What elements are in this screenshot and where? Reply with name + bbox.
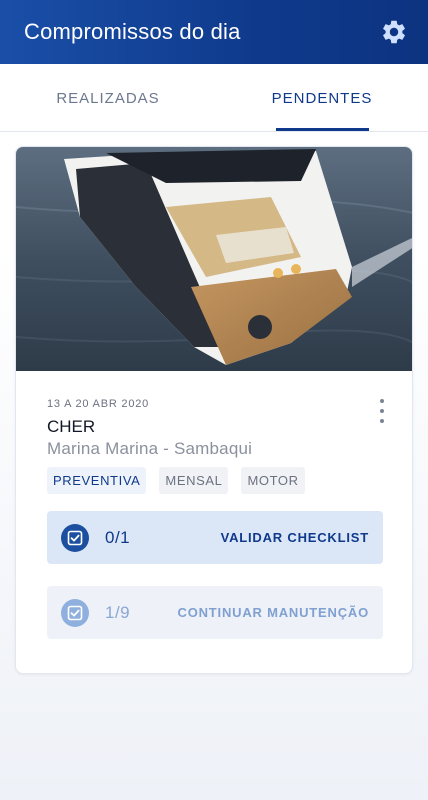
validate-checklist-button[interactable]: 0/1 VALIDAR CHECKLIST bbox=[47, 511, 383, 564]
continue-maintenance-label: CONTINUAR MANUTENÇÃO bbox=[177, 605, 369, 620]
appointment-card: 13 A 20 ABR 2020 CHER Marina Marina - Sa… bbox=[15, 146, 413, 674]
checklist-count: 0/1 bbox=[105, 527, 131, 547]
active-tab-indicator bbox=[276, 128, 369, 131]
marina-location: Marina Marina - Sambaqui bbox=[47, 439, 253, 458]
checkbox-icon bbox=[61, 523, 89, 552]
page-title: Compromissos do dia bbox=[24, 19, 241, 44]
checkbox-icon bbox=[61, 598, 89, 627]
maintenance-count: 1/9 bbox=[105, 602, 131, 622]
date-range: 13 A 20 ABR 2020 bbox=[47, 398, 150, 410]
tab-realizadas[interactable]: REALIZADAS bbox=[0, 64, 216, 132]
tab-bar: REALIZADAS PENDENTES bbox=[0, 64, 428, 132]
continue-maintenance-button[interactable]: 1/9 CONTINUAR MANUTENÇÃO bbox=[47, 586, 383, 639]
tab-pendentes[interactable]: PENDENTES bbox=[216, 64, 428, 132]
boat-photo bbox=[16, 147, 412, 371]
tag-preventiva: PREVENTIVA bbox=[47, 467, 147, 494]
validate-checklist-label: VALIDAR CHECKLIST bbox=[220, 530, 369, 545]
app-bar: Compromissos do dia bbox=[0, 0, 428, 64]
more-options-icon[interactable] bbox=[372, 399, 392, 423]
gear-icon[interactable] bbox=[380, 18, 408, 46]
tag-motor: MOTOR bbox=[241, 467, 305, 494]
boat-name: CHER bbox=[47, 417, 96, 436]
tag-list: PREVENTIVA MENSAL MOTOR bbox=[47, 467, 305, 494]
tag-mensal: MENSAL bbox=[159, 467, 229, 494]
